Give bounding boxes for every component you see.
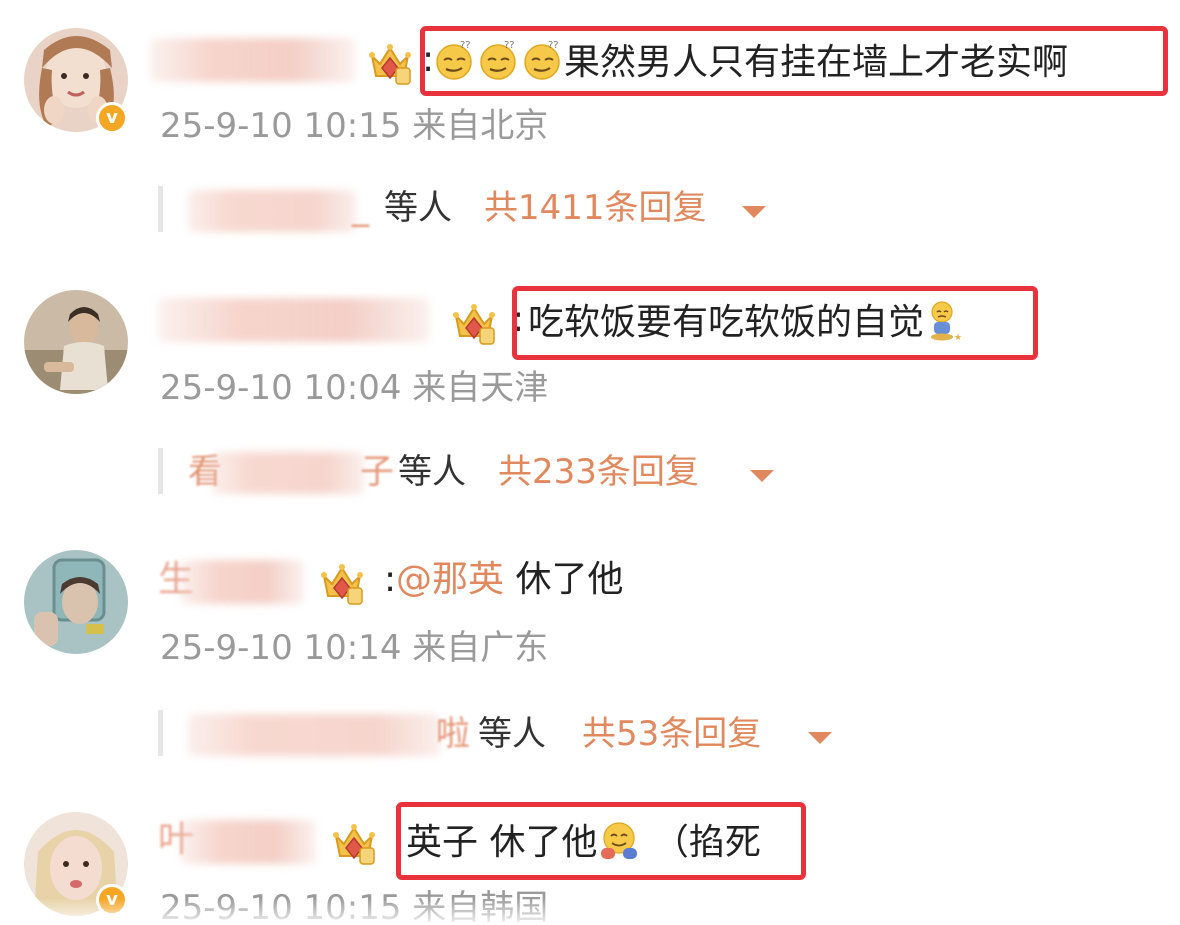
reply-username-obscured[interactable] — [212, 452, 364, 494]
highlight-box — [512, 286, 1038, 360]
reply-count-link[interactable]: 共53条回复 — [582, 712, 761, 756]
crown-level-badge-icon — [330, 818, 378, 866]
avatar[interactable] — [24, 290, 128, 394]
comment-list: v : 果然男人只有挂在墙上才老实啊 25-9-10 10:15 来自北京 _ … — [0, 0, 1180, 925]
comment-timestamp: 25-9-10 10:14 来自广东 — [160, 628, 549, 668]
highlight-box — [396, 802, 806, 880]
comment-colon: : — [384, 559, 397, 600]
reply-username-edge: 啦 — [436, 714, 470, 754]
reply-others-label: 等人 — [398, 452, 466, 492]
bottom-fade-overlay — [0, 898, 1180, 925]
username-obscured[interactable] — [180, 820, 316, 864]
replies-divider — [158, 710, 163, 756]
crown-level-badge-icon — [450, 298, 498, 346]
comment-timestamp: 25-9-10 10:04 来自天津 — [160, 368, 549, 408]
comment-text-line: @那英 休了他 — [396, 558, 623, 602]
mention-link[interactable]: @那英 — [396, 559, 504, 600]
avatar[interactable] — [24, 550, 128, 654]
username-obscured[interactable] — [158, 298, 430, 342]
crown-level-badge-icon — [318, 558, 366, 606]
chevron-down-icon[interactable] — [808, 732, 832, 744]
reply-username-edge: 子 — [360, 452, 394, 492]
reply-others-label: 等人 — [478, 714, 546, 754]
username-obscured[interactable] — [180, 560, 304, 604]
reply-count-link[interactable]: 共233条回复 — [498, 450, 699, 494]
comment-item: v 叶 英子 休了他 （掐死 25-9-10 10:15 来自韩国 — [0, 0, 1180, 925]
replies-divider — [158, 448, 163, 494]
chevron-down-icon[interactable] — [750, 470, 774, 482]
comment-text: 休了他 — [515, 559, 624, 600]
reply-username-obscured[interactable] — [188, 714, 440, 756]
